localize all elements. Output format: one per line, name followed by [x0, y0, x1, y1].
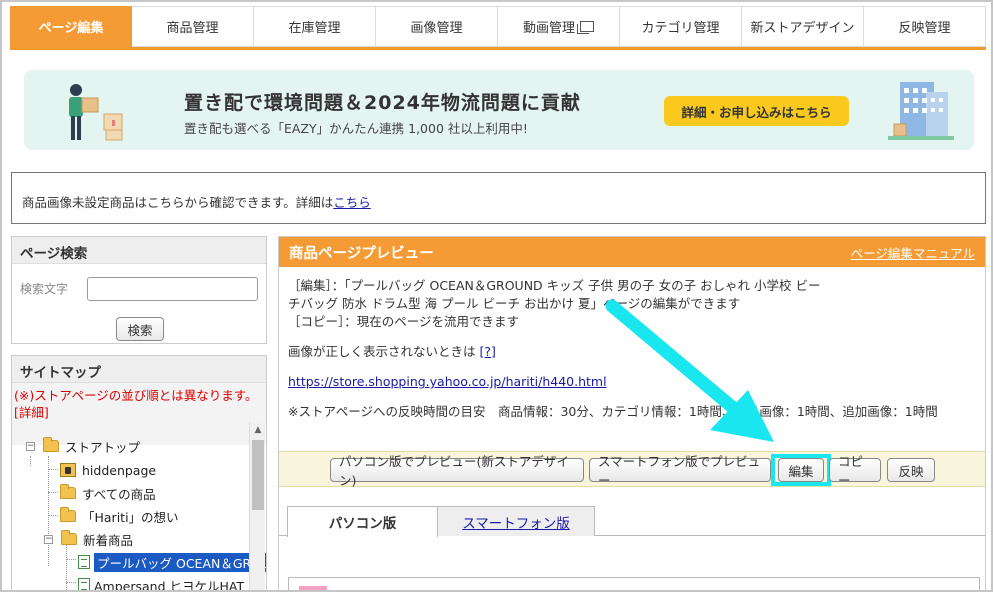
top-nav: ページ編集 商品管理 在庫管理 画像管理 動画管理 カテゴリ管理 新ストアデザイ…	[10, 6, 986, 50]
scroll-up-arrow-icon[interactable]: ▲	[250, 422, 266, 438]
tab-publish-management[interactable]: 反映管理	[864, 6, 986, 47]
tree-node-label: すべての商品	[82, 486, 156, 502]
tab-page-edit[interactable]: ページ編集	[10, 6, 132, 47]
page-search-heading: ページ検索	[12, 237, 266, 264]
window-frame: ページ編集 商品管理 在庫管理 画像管理 動画管理 カテゴリ管理 新ストアデザイ…	[0, 0, 993, 592]
pc-preview-button[interactable]: パソコン版でプレビュー(新ストアデザイン)	[330, 454, 584, 488]
image-help-link[interactable]: [?]	[480, 344, 496, 359]
banner-subtitle: 置き配も選べる「EAZY」かんたん連携 1,000 社以上利用中!	[184, 121, 528, 136]
tab-product-management[interactable]: 商品管理	[132, 6, 254, 47]
tab-new-store-design[interactable]: 新ストアデザイン	[742, 6, 864, 47]
tree-node-all-products[interactable]: すべての商品	[60, 483, 156, 503]
tree-line	[66, 544, 67, 590]
tree-node-label: Ampersand ヒヨケルHAT キッズ	[94, 578, 267, 592]
tree-node-label: 新着商品	[83, 532, 134, 548]
scrollbar-thumb[interactable]	[252, 440, 264, 510]
copy-button[interactable]: コピー	[829, 454, 881, 488]
device-tabs: パソコン版 スマートフォン版	[279, 506, 985, 537]
sitemap-scrollbar[interactable]: ▲	[249, 422, 266, 590]
tree-line	[48, 456, 49, 566]
sitemap-warning-text: (※)ストアページの並び順とは異なります。	[14, 388, 258, 403]
product-preview-panel: 商品ページプレビュー ページ編集マニュアル ［編集］：「プールバッグ OCEAN…	[278, 236, 986, 590]
tree-node-ampersand-hat[interactable]: Ampersand ヒヨケルHAT キッズ	[78, 575, 267, 592]
collapse-icon[interactable]: −	[44, 534, 53, 544]
sitemap-panel: サイトマップ (※)ストアページの並び順とは異なります。 [詳細] − ストアトッ…	[11, 355, 267, 592]
folder-icon	[60, 507, 76, 522]
page-icon	[78, 555, 90, 569]
search-button[interactable]: 検索	[116, 317, 164, 341]
notice-box: 商品画像未設定商品はこちらから確認できます。詳細はこちら	[11, 172, 986, 224]
banner-title: 置き配で環境問題＆2024年物流問題に貢献	[184, 92, 581, 114]
tab-category-management[interactable]: カテゴリ管理	[620, 6, 742, 47]
manual-link[interactable]: ページ編集マニュアル	[851, 243, 975, 262]
new-window-icon	[577, 21, 594, 34]
tree-node-label: hiddenpage	[82, 462, 157, 478]
tab-video-label: 動画管理	[522, 21, 575, 36]
notice-text: 商品画像未設定商品はこちらから確認できます。詳細は	[22, 195, 334, 210]
preview-title: 商品ページプレビュー	[289, 245, 434, 262]
tab-pc-version[interactable]: パソコン版	[287, 506, 438, 537]
publish-button[interactable]: 反映	[887, 458, 935, 482]
tree-node-label: ストアトップ	[65, 439, 141, 455]
desc-line: ［コピー］：現在のページを流用できます	[288, 314, 520, 329]
tree-node-label: プールバッグ OCEAN＆GROUND キッズ	[94, 552, 266, 572]
tree-line	[48, 492, 58, 493]
tree-node-label: 「Hariti」の想い	[82, 509, 179, 525]
page-icon	[78, 578, 90, 590]
page-search-panel: ページ検索 検索文字 検索	[11, 236, 267, 344]
search-field-label: 検索文字	[20, 282, 69, 296]
tree-line	[48, 515, 58, 516]
action-button-bar: パソコン版でプレビュー(新ストアデザイン) スマートフォン版でプレビュー 編集 …	[279, 451, 985, 488]
search-input[interactable]	[87, 277, 258, 301]
edit-button[interactable]: 編集	[778, 458, 824, 482]
tree-node-new-products[interactable]: − 新着商品	[44, 529, 133, 549]
tab-inventory-management[interactable]: 在庫管理	[254, 6, 376, 47]
tree-line	[48, 469, 58, 470]
sitemap-warning-link[interactable]: [詳細]	[14, 405, 49, 420]
preview-logo-fragment	[299, 586, 327, 590]
banner-cta-button[interactable]: 詳細・お申し込みはこちら	[664, 96, 849, 126]
promo-banner[interactable]: 置き配で環境問題＆2024年物流問題に貢献 置き配も選べる「EAZY」かんたん連…	[24, 70, 974, 150]
desc-line: チバッグ 防水 ドラム型 海 プール ビーチ お出かけ 夏」ページの編集ができま…	[288, 296, 741, 311]
notice-link[interactable]: こちら	[333, 195, 371, 210]
smartphone-preview-button[interactable]: スマートフォン版でプレビュー	[589, 454, 771, 488]
tree-line	[30, 456, 31, 466]
store-url-link[interactable]: https://store.shopping.yahoo.co.jp/harit…	[288, 374, 607, 389]
folder-icon	[61, 530, 77, 545]
folder-icon	[43, 437, 59, 452]
collapse-icon[interactable]: −	[26, 441, 35, 451]
building-illustration	[888, 82, 954, 140]
tab-video-management[interactable]: 動画管理	[498, 6, 620, 47]
tab-smartphone-version[interactable]: スマートフォン版	[437, 506, 595, 536]
preview-header: 商品ページプレビュー ページ編集マニュアル	[279, 237, 985, 267]
timing-note: ※ストアページへの反映時間の目安 商品情報：30分、カテゴリ情報：1時間、商品画…	[288, 404, 938, 419]
tree-node-store-top[interactable]: − ストアトップ	[26, 436, 140, 456]
tab-image-management[interactable]: 画像管理	[376, 6, 498, 47]
tree-node-hiddenpage[interactable]: hiddenpage	[60, 460, 156, 480]
preview-description: ［編集］：「プールバッグ OCEAN＆GROUND キッズ 子供 男の子 女の子…	[279, 267, 985, 431]
image-note: 画像が正しく表示されないときは [?]	[288, 343, 976, 361]
tree-node-hariti-story[interactable]: 「Hariti」の想い	[60, 506, 179, 526]
page-preview-frame	[288, 577, 980, 590]
tree-line	[66, 582, 76, 583]
sitemap-heading: サイトマップ	[12, 356, 266, 383]
desc-line: ［編集］：「プールバッグ OCEAN＆GROUND キッズ 子供 男の子 女の子…	[288, 278, 821, 293]
tree-node-pool-bag[interactable]: プールバッグ OCEAN＆GROUND キッズ	[78, 552, 266, 572]
image-note-text: 画像が正しく表示されないときは	[288, 344, 476, 359]
folder-icon	[60, 484, 76, 499]
tree-line	[66, 559, 76, 560]
delivery-person-illustration	[69, 84, 123, 141]
lock-folder-icon	[60, 463, 76, 477]
